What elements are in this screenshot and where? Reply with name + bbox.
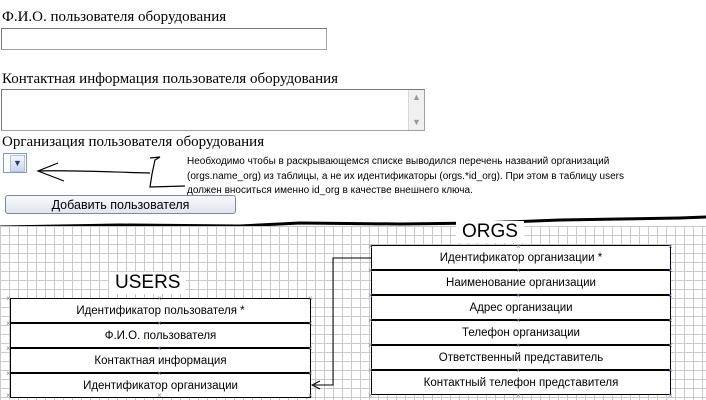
svg-text:×: × <box>516 242 521 251</box>
svg-text:×: × <box>368 242 373 251</box>
svg-text:×: × <box>6 344 11 353</box>
svg-text:×: × <box>368 291 373 300</box>
svg-text:×: × <box>368 316 373 325</box>
svg-text:×: × <box>668 391 673 400</box>
svg-text:×: × <box>516 341 521 350</box>
svg-text:×: × <box>308 344 313 353</box>
svg-text:×: × <box>157 344 162 353</box>
svg-text:×: × <box>668 341 673 350</box>
svg-text:×: × <box>368 391 373 400</box>
svg-text:×: × <box>157 391 162 400</box>
svg-text:×: × <box>368 341 373 350</box>
svg-text:×: × <box>516 291 521 300</box>
svg-text:×: × <box>516 316 521 325</box>
svg-text:×: × <box>308 319 313 328</box>
svg-text:×: × <box>308 391 313 400</box>
svg-text:×: × <box>516 366 521 375</box>
svg-text:×: × <box>668 366 673 375</box>
svg-text:×: × <box>6 319 11 328</box>
svg-text:×: × <box>668 266 673 275</box>
svg-text:×: × <box>516 266 521 275</box>
svg-text:×: × <box>368 266 373 275</box>
svg-text:×: × <box>6 391 11 400</box>
svg-text:×: × <box>6 369 11 378</box>
svg-text:×: × <box>157 369 162 378</box>
svg-text:×: × <box>157 294 162 303</box>
svg-text:×: × <box>668 242 673 251</box>
svg-text:×: × <box>308 369 313 378</box>
relationship-connector: × × × × × × × × × × × × × × × × × × × × × × × × × × × × × × … <box>6 242 673 400</box>
svg-text:×: × <box>6 294 11 303</box>
svg-text:×: × <box>157 319 162 328</box>
svg-text:×: × <box>668 316 673 325</box>
svg-text:×: × <box>368 366 373 375</box>
svg-text:×: × <box>516 391 521 400</box>
svg-text:×: × <box>668 291 673 300</box>
svg-text:×: × <box>308 294 313 303</box>
